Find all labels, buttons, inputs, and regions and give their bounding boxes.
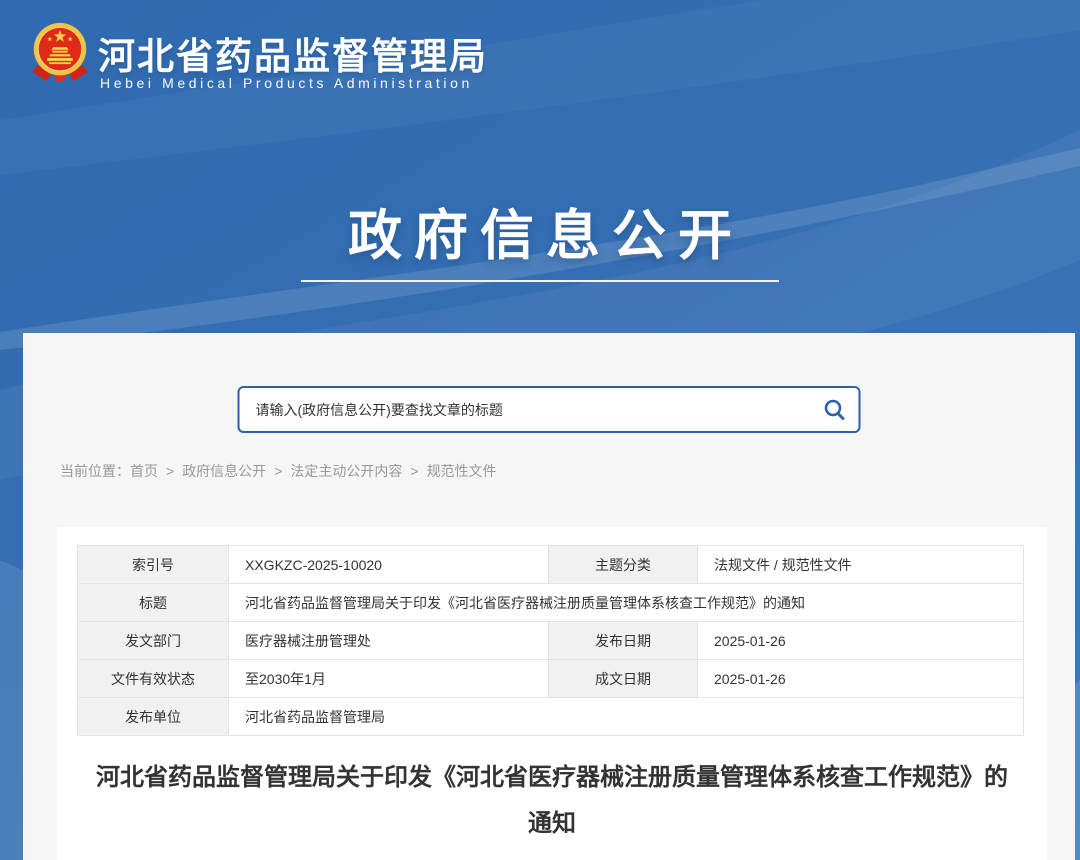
breadcrumb-item-normative-docs[interactable]: 规范性文件 [427,461,497,481]
meta-label-issuing-dept: 发文部门 [78,622,229,660]
page-root: 河北省药品监督管理局 Hebei Medical Products Admini… [0,0,1080,860]
org-name-zh: 河北省药品监督管理局 [98,26,488,80]
meta-label-title: 标题 [78,584,229,622]
meta-value-written-date: 2025-01-26 [698,660,1024,698]
breadcrumb-item-info-disclosure[interactable]: 政府信息公开 [182,461,266,481]
meta-label-publisher: 发布单位 [78,698,229,736]
meta-value-publisher: 河北省药品监督管理局 [229,698,1024,736]
meta-value-title: 河北省药品监督管理局关于印发《河北省医疗器械注册质量管理体系核查工作规范》的通知 [229,584,1024,622]
search-box [238,386,861,433]
national-emblem-logo [28,19,92,83]
meta-label-index-no: 索引号 [78,546,229,584]
page-title: 政府信息公开 [0,191,1080,270]
table-row: 标题 河北省药品监督管理局关于印发《河北省医疗器械注册质量管理体系核查工作规范》… [78,584,1024,622]
table-row: 文件有效状态 至2030年1月 成文日期 2025-01-26 [78,660,1024,698]
breadcrumb-separator: > [274,463,282,479]
breadcrumb-separator: > [410,463,418,479]
search-icon [822,397,848,423]
search-button[interactable] [811,388,859,431]
article-title: 河北省药品监督管理局关于印发《河北省医疗器械注册质量管理体系核查工作规范》的通知 [87,755,1017,846]
banner-underline [301,280,779,282]
document-meta-table: 索引号 XXGKZC-2025-10020 主题分类 法规文件 / 规范性文件 … [77,545,1024,736]
meta-value-publish-date: 2025-01-26 [698,622,1024,660]
meta-value-validity: 至2030年1月 [229,660,549,698]
search-input[interactable] [240,388,811,431]
table-row: 索引号 XXGKZC-2025-10020 主题分类 法规文件 / 规范性文件 [78,546,1024,584]
breadcrumb: 当前位置： 首页 > 政府信息公开 > 法定主动公开内容 > 规范性文件 [60,461,497,481]
meta-label-validity: 文件有效状态 [78,660,229,698]
meta-value-issuing-dept: 医疗器械注册管理处 [229,622,549,660]
content-card: 当前位置： 首页 > 政府信息公开 > 法定主动公开内容 > 规范性文件 索引号… [23,333,1075,860]
document-panel: 索引号 XXGKZC-2025-10020 主题分类 法规文件 / 规范性文件 … [57,527,1047,860]
meta-label-written-date: 成文日期 [549,660,698,698]
breadcrumb-separator: > [166,463,174,479]
breadcrumb-item-home[interactable]: 首页 [130,461,158,481]
meta-value-index-no: XXGKZC-2025-10020 [229,546,549,584]
table-row: 发布单位 河北省药品监督管理局 [78,698,1024,736]
org-name-en: Hebei Medical Products Administration [100,75,473,91]
breadcrumb-prefix: 当前位置： [60,461,130,481]
table-row: 发文部门 医疗器械注册管理处 发布日期 2025-01-26 [78,622,1024,660]
meta-label-category: 主题分类 [549,546,698,584]
meta-value-category: 法规文件 / 规范性文件 [698,546,1024,584]
meta-label-publish-date: 发布日期 [549,622,698,660]
site-header: 河北省药品监督管理局 Hebei Medical Products Admini… [0,0,1080,115]
breadcrumb-item-statutory-content[interactable]: 法定主动公开内容 [290,461,402,481]
